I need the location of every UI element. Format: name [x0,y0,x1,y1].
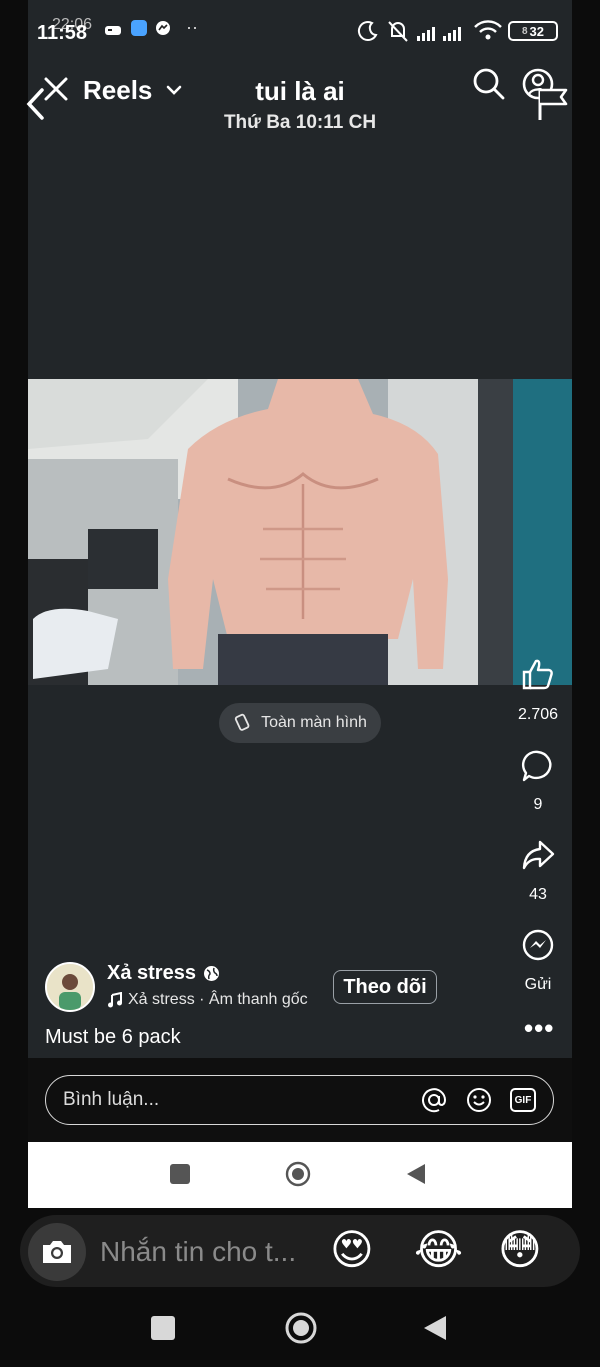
post-caption: Must be 6 pack [45,1026,181,1048]
game-icon [104,22,122,38]
app-icon [130,19,148,37]
battery-indicator: 8 32 [508,21,558,41]
inner-back-icon[interactable] [405,1162,427,1186]
tears-of-joy-emoji[interactable]: 😂 [414,1229,463,1271]
search-icon[interactable] [472,67,506,101]
emoji-icon[interactable] [466,1087,492,1113]
more-options-icon[interactable]: ••• [524,1015,554,1041]
status-time: 11:58 [37,22,88,44]
battery-level: 32 [529,23,545,39]
signal-icon [417,22,471,42]
heart-eyes-emoji[interactable]: 😍 [330,1229,374,1271]
wifi-icon [473,18,503,42]
music-note-icon [107,992,123,1008]
follow-button[interactable]: Theo dõi [333,970,437,1004]
avatar-image [47,964,93,1010]
reel-video[interactable] [28,379,572,685]
share-count: 43 [529,886,547,903]
gif-button[interactable]: GIF [510,1088,536,1112]
like-icon[interactable] [521,657,555,691]
video-frame [28,379,572,685]
avatar[interactable] [45,962,95,1012]
mute-bell-icon [387,19,409,43]
fullscreen-label: Toàn màn hình [261,714,367,731]
messenger-status-icon [154,19,172,37]
messenger-send-icon[interactable] [521,928,555,962]
send-label: Gửi [524,976,552,993]
comment-count: 9 [533,796,543,813]
comment-placeholder: Bình luận... [63,1089,160,1110]
username[interactable]: Xả stress [107,962,196,985]
reels-label[interactable]: Reels [83,75,152,106]
flushed-emoji[interactable]: 😳 [498,1229,542,1271]
gif-label: GIF [514,1094,532,1106]
more-notifications-icon: ·· [186,17,198,37]
mention-icon[interactable] [421,1087,447,1113]
inner-recents-icon[interactable] [170,1164,190,1184]
chat-timestamp: Thứ Ba 10:11 CH [223,112,377,133]
back-icon[interactable] [422,1314,448,1342]
audio-track[interactable]: Xả stress · Âm thanh gốc [128,991,308,1009]
flag-icon[interactable] [536,86,570,122]
camera-button[interactable] [28,1223,86,1281]
share-icon[interactable] [521,839,555,871]
recents-icon[interactable] [151,1316,175,1340]
inner-home-icon[interactable] [285,1161,311,1187]
like-count: 2.706 [517,706,559,723]
fullscreen-icon [233,713,253,733]
close-icon[interactable] [43,76,69,102]
moon-icon [357,20,379,42]
fullscreen-button[interactable]: Toàn màn hình [219,703,381,743]
battery-level-back: 8 [521,25,528,37]
home-icon[interactable] [284,1311,318,1345]
chat-name: tui là ai [255,76,345,106]
message-placeholder: Nhắn tin cho t... [100,1236,297,1267]
chevron-down-icon[interactable] [165,83,183,97]
comment-icon[interactable] [521,749,555,783]
globe-icon [203,965,220,982]
camera-icon [40,1238,74,1266]
